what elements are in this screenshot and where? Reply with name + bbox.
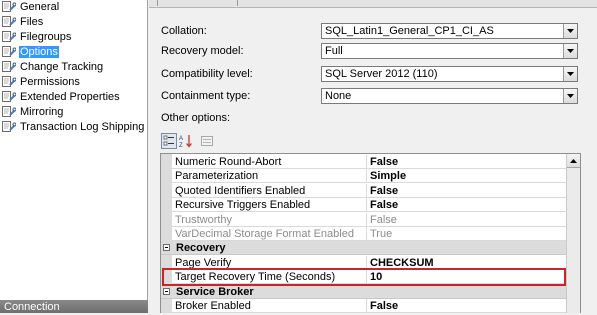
property-name: Quoted Identifiers Enabled bbox=[175, 185, 306, 197]
page-wrench-icon bbox=[2, 91, 17, 102]
page-item-files[interactable]: Files bbox=[2, 16, 44, 29]
collapse-icon[interactable] bbox=[163, 288, 170, 295]
page-item-label: Transaction Log Shipping bbox=[20, 121, 145, 133]
property-row[interactable]: Broker Enabled False bbox=[172, 299, 567, 313]
page-wrench-icon bbox=[2, 61, 17, 72]
page-item-label: Permissions bbox=[20, 76, 80, 88]
property-row[interactable]: Quoted Identifiers Enabled False bbox=[172, 184, 567, 198]
page-wrench-icon bbox=[2, 46, 17, 57]
property-value[interactable]: False bbox=[366, 198, 398, 211]
page-item-extended-properties[interactable]: Extended Properties bbox=[2, 91, 121, 104]
svg-text:A: A bbox=[179, 136, 183, 142]
page-item-label: Filegroups bbox=[20, 31, 72, 43]
collation-combo[interactable]: SQL_Latin1_General_CP1_CI_AS bbox=[321, 23, 578, 39]
page-item-label: General bbox=[20, 1, 60, 13]
containment-type-combo[interactable]: None bbox=[321, 88, 578, 104]
property-row[interactable]: Numeric Round-Abort False bbox=[172, 155, 567, 169]
collapse-icon[interactable] bbox=[163, 244, 170, 251]
page-item-filegroups[interactable]: Filegroups bbox=[2, 31, 72, 44]
page-wrench-icon bbox=[2, 121, 17, 132]
property-name: VarDecimal Storage Format Enabled bbox=[175, 228, 354, 240]
property-name: Target Recovery Time (Seconds) bbox=[175, 271, 336, 283]
property-row[interactable]: VarDecimal Storage Format Enabled True bbox=[172, 227, 567, 241]
property-value[interactable]: False bbox=[366, 213, 397, 226]
recovery-model-combo[interactable]: Full bbox=[321, 43, 578, 59]
chevron-down-icon[interactable] bbox=[563, 24, 577, 38]
top-toolbar-strip bbox=[149, 0, 597, 8]
property-grid[interactable]: Numeric Round-Abort False Parameterization… bbox=[160, 153, 581, 313]
toolbar-segment bbox=[179, 0, 238, 6]
page-item-change-tracking[interactable]: Change Tracking bbox=[2, 61, 104, 74]
page-wrench-icon bbox=[2, 1, 17, 12]
sort-alphabetical-icon[interactable]: A Z bbox=[178, 133, 194, 149]
property-value[interactable]: True bbox=[366, 227, 392, 240]
page-wrench-icon bbox=[2, 106, 17, 117]
property-row[interactable]: Parameterization Simple bbox=[172, 169, 567, 183]
property-name: Broker Enabled bbox=[175, 300, 251, 312]
page-wrench-icon bbox=[2, 76, 17, 87]
vertical-scrollbar[interactable] bbox=[566, 154, 580, 313]
containment-type-value: None bbox=[325, 90, 352, 102]
property-pages-icon[interactable] bbox=[199, 133, 215, 149]
page-item-transaction-log-shipping[interactable]: Transaction Log Shipping bbox=[2, 121, 145, 134]
page-item-general[interactable]: General bbox=[2, 1, 60, 14]
property-value[interactable]: False bbox=[366, 299, 398, 312]
compatibility-level-value: SQL Server 2012 (110) bbox=[325, 68, 438, 80]
chevron-down-icon[interactable] bbox=[563, 89, 577, 103]
page-item-label: Change Tracking bbox=[20, 61, 104, 73]
property-row[interactable]: Page Verify CHECKSUM bbox=[172, 256, 567, 270]
categorized-icon[interactable] bbox=[161, 133, 177, 149]
property-row[interactable]: Target Recovery Time (Seconds) 10 bbox=[172, 270, 567, 284]
property-name: Trustworthy bbox=[175, 214, 233, 226]
svg-text:Z: Z bbox=[179, 143, 183, 149]
chevron-down-icon[interactable] bbox=[563, 67, 577, 81]
select-page-panel: General Files Filegroups Options Change Trac… bbox=[0, 0, 148, 313]
other-options-label: Other options: bbox=[161, 112, 231, 124]
collation-value: SQL_Latin1_General_CP1_CI_AS bbox=[325, 25, 494, 37]
page-item-label: Extended Properties bbox=[20, 91, 120, 103]
page-item-label: Mirroring bbox=[20, 106, 64, 118]
property-name: Parameterization bbox=[175, 170, 259, 182]
category-row-recovery[interactable]: Recovery bbox=[161, 241, 567, 255]
page-item-label: Files bbox=[20, 16, 44, 28]
recovery-model-label: Recovery model: bbox=[161, 45, 244, 57]
collation-label: Collation: bbox=[161, 25, 207, 37]
property-value[interactable]: CHECKSUM bbox=[366, 256, 434, 269]
property-value[interactable]: Simple bbox=[366, 169, 406, 182]
category-label: Recovery bbox=[176, 242, 226, 254]
options-page: Collation: SQL_Latin1_General_CP1_CI_AS … bbox=[149, 0, 597, 313]
page-item-options[interactable]: Options bbox=[2, 46, 59, 59]
property-row[interactable]: Recursive Triggers Enabled False bbox=[172, 198, 567, 212]
page-item-mirroring[interactable]: Mirroring bbox=[2, 106, 64, 119]
toolbar-segment bbox=[149, 0, 158, 6]
category-row-service-broker[interactable]: Service Broker bbox=[161, 285, 567, 299]
category-label: Service Broker bbox=[176, 286, 254, 298]
connection-header: Connection bbox=[0, 300, 148, 313]
property-value[interactable]: 10 bbox=[366, 270, 382, 283]
recovery-model-value: Full bbox=[325, 45, 343, 57]
compatibility-level-combo[interactable]: SQL Server 2012 (110) bbox=[321, 66, 578, 82]
page-item-permissions[interactable]: Permissions bbox=[2, 76, 81, 89]
property-name: Numeric Round-Abort bbox=[175, 156, 282, 168]
scroll-up-arrow-icon[interactable] bbox=[567, 154, 580, 168]
compatibility-level-label: Compatibility level: bbox=[161, 68, 253, 80]
page-wrench-icon bbox=[2, 16, 17, 27]
property-value[interactable]: False bbox=[366, 155, 398, 168]
property-row[interactable]: Trustworthy False bbox=[172, 213, 567, 227]
page-item-label: Options bbox=[19, 46, 59, 58]
chevron-down-icon[interactable] bbox=[563, 44, 577, 58]
property-value[interactable]: False bbox=[366, 184, 398, 197]
property-name: Page Verify bbox=[175, 257, 232, 269]
page-wrench-icon bbox=[2, 31, 17, 42]
property-name: Recursive Triggers Enabled bbox=[175, 199, 311, 211]
containment-type-label: Containment type: bbox=[161, 90, 251, 102]
